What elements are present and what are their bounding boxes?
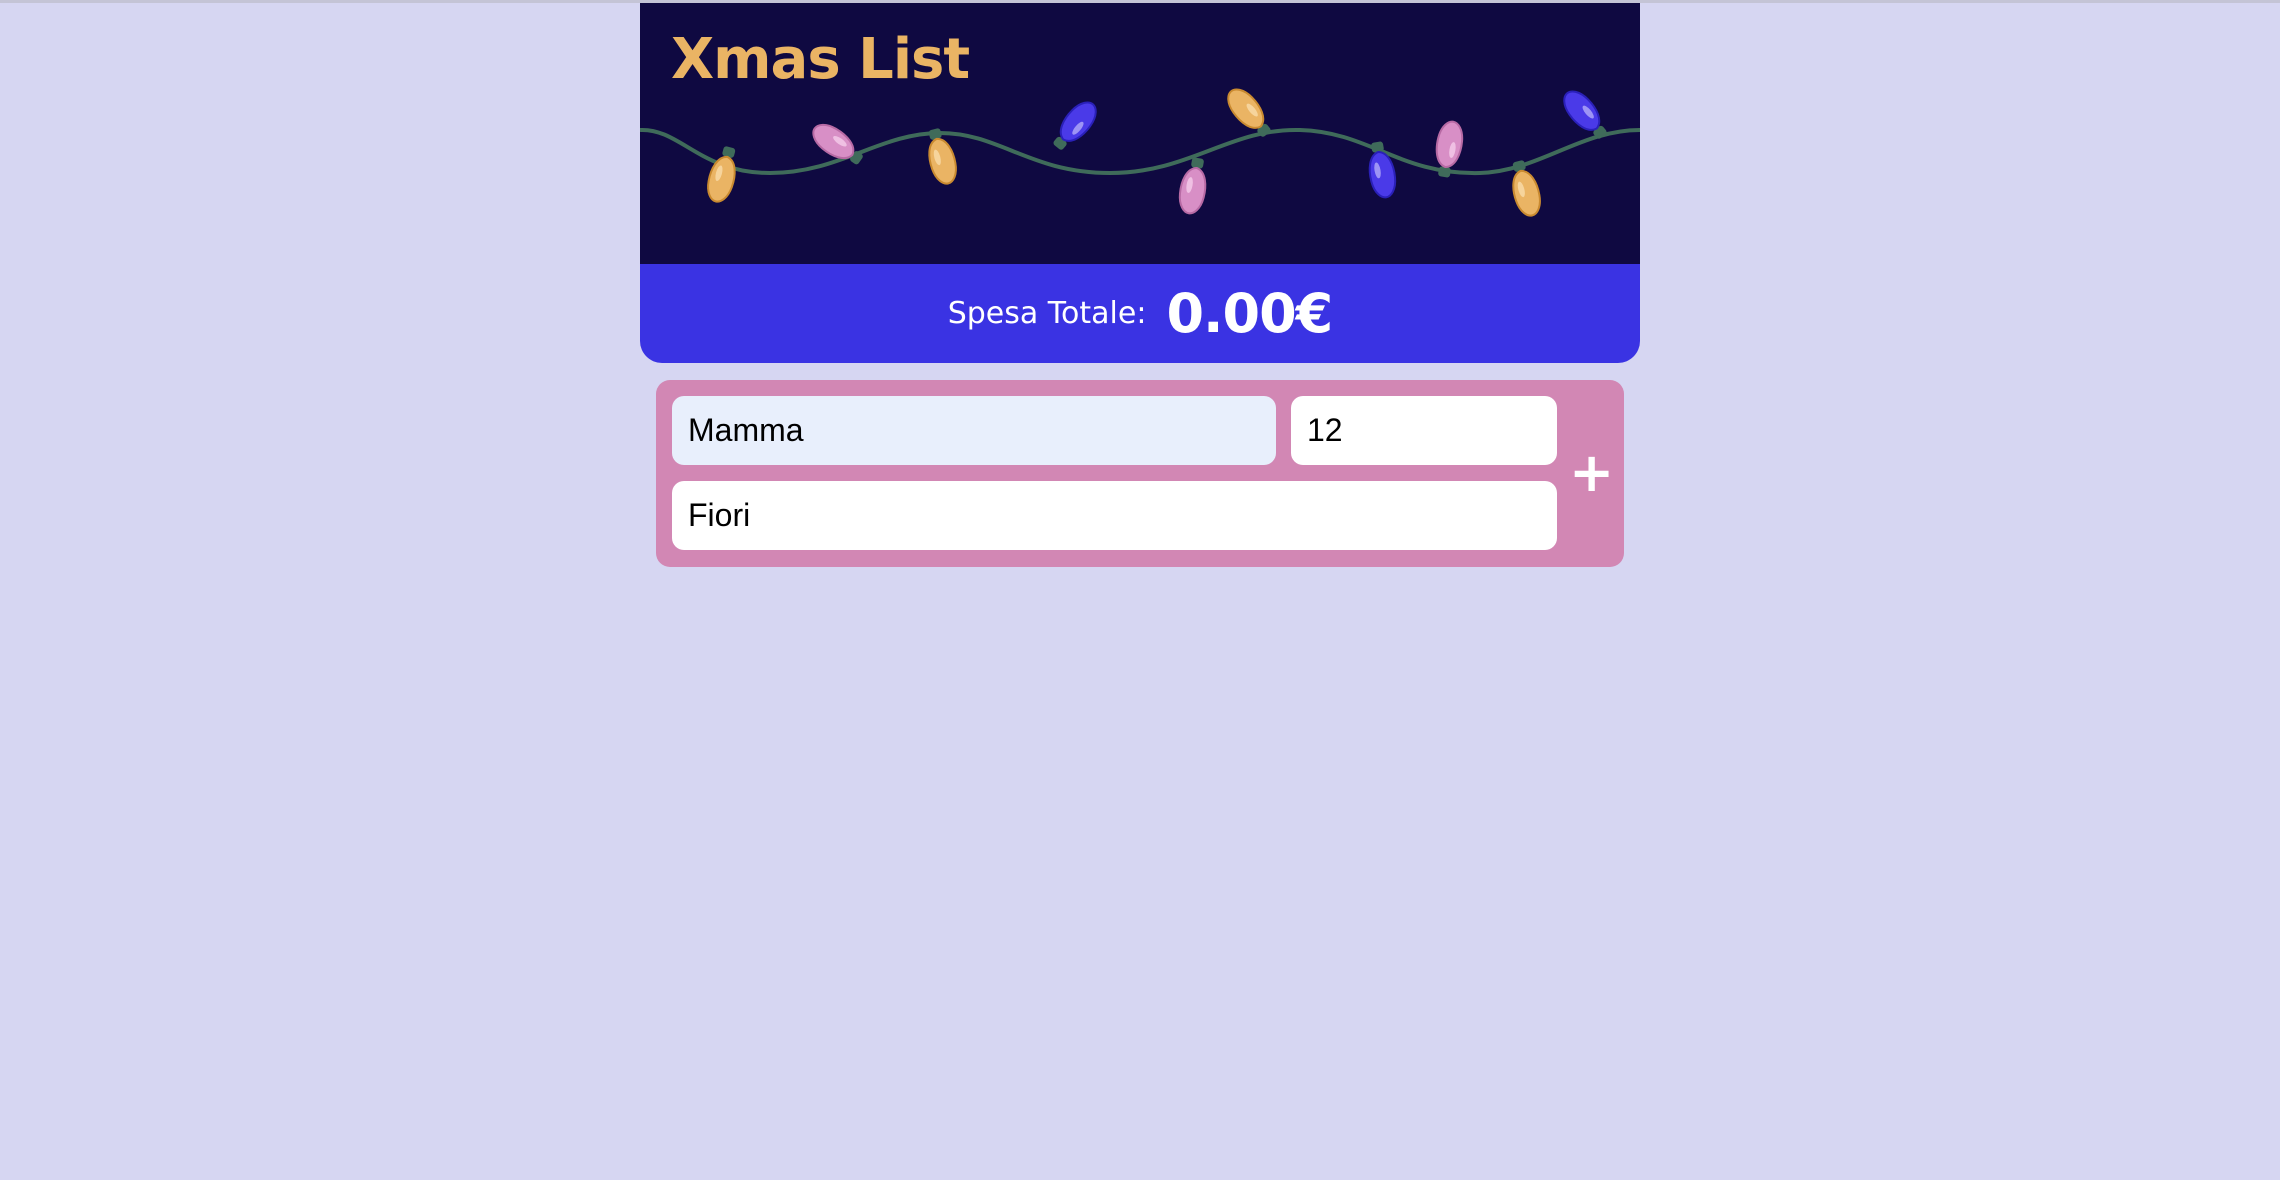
xmas-list-app: Xmas List Spesa Totale: 0.00€ Mamma 12 F… <box>640 3 1640 567</box>
bulb-blue-2 <box>1368 141 1397 199</box>
add-gift-button[interactable]: + <box>1569 438 1614 508</box>
total-value: 0.00€ <box>1166 282 1333 345</box>
total-spending-bar: Spesa Totale: 0.00€ <box>640 264 1640 363</box>
recipient-input[interactable] <box>672 396 1276 465</box>
app-title: Xmas List <box>671 27 970 92</box>
header: Xmas List <box>640 3 1640 264</box>
price-input[interactable] <box>1291 396 1557 465</box>
bulb-blue-3 <box>1563 90 1607 139</box>
gift-input[interactable] <box>672 481 1557 550</box>
lights-wire <box>640 127 1640 176</box>
bulb-pink-2 <box>1178 157 1207 215</box>
bulb-pink-1 <box>812 123 863 165</box>
bulb-yellow-3 <box>1227 88 1271 137</box>
string-lights-decoration <box>640 88 1640 217</box>
total-label: Spesa Totale: <box>947 296 1147 331</box>
bulb-yellow-1 <box>707 146 736 203</box>
add-gift-form: + <box>656 380 1624 567</box>
bulb-blue-1 <box>1053 101 1097 150</box>
